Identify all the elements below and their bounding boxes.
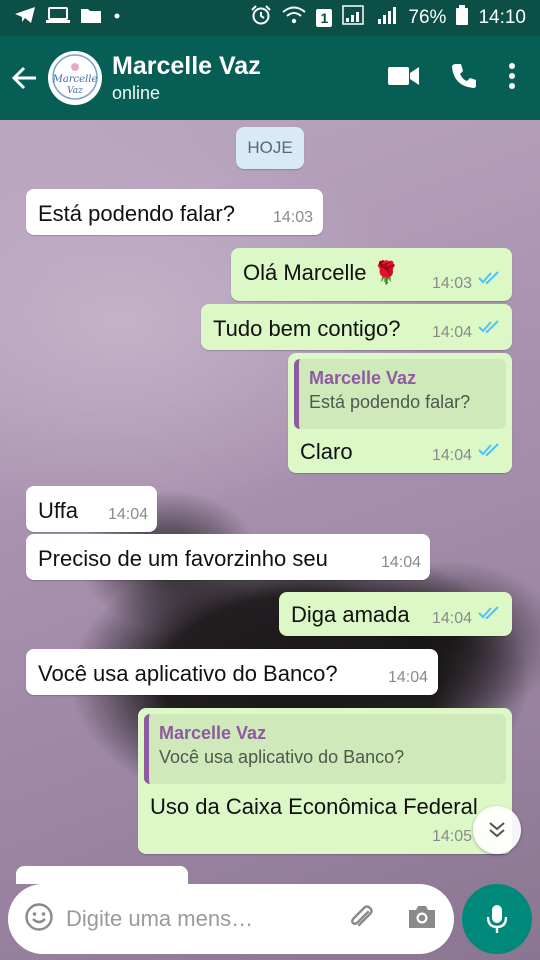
double-chevron-down-icon	[489, 822, 505, 838]
message-outgoing[interactable]: Olá Marcelle 🌹 14:03	[231, 248, 512, 301]
message-text: Está podendo falar?	[38, 201, 235, 226]
message-time: 14:05	[431, 828, 472, 845]
telegram-icon	[14, 6, 36, 30]
message-time: 14:04	[387, 669, 428, 686]
read-receipt-icon	[478, 437, 500, 463]
emoji-icon[interactable]	[24, 902, 54, 937]
back-arrow-icon	[12, 66, 36, 90]
header-actions	[388, 62, 516, 95]
message-outgoing[interactable]: Diga amada 14:04	[279, 592, 512, 636]
message-text: Uso da Caixa Econômica Federal	[150, 794, 478, 819]
contact-status: online	[112, 83, 161, 103]
message-incoming[interactable]: Uffa 14:04	[26, 486, 157, 532]
message-text: Olá Marcelle 🌹	[243, 260, 400, 285]
message-incoming[interactable]: Está podendo falar? 14:03	[26, 189, 323, 235]
message-time: 14:03	[431, 275, 472, 292]
message-incoming[interactable]: Você usa aplicativo do Banco? 14:04	[26, 649, 438, 695]
status-right: 1 76% 14:10	[250, 5, 526, 31]
video-call-icon[interactable]	[388, 65, 420, 92]
quoted-message[interactable]: Marcelle Vaz Você usa aplicativo do Banc…	[144, 714, 506, 784]
signal-bars-icon	[376, 5, 398, 31]
message-input[interactable]: Digite uma mens…	[66, 906, 346, 932]
status-bar: 1 76% 14:10	[0, 0, 540, 36]
svg-text:Marcelle: Marcelle	[52, 74, 98, 85]
back-button[interactable]	[2, 36, 48, 120]
message-outgoing-reply[interactable]: Marcelle Vaz Você usa aplicativo do Banc…	[138, 708, 512, 854]
message-text: Diga amada	[291, 602, 410, 627]
avatar[interactable]: Marcelle Vaz	[48, 51, 102, 105]
message-composer[interactable]: Digite uma mens…	[8, 884, 454, 954]
message-time: 14:04	[431, 610, 472, 627]
contact-name: Marcelle Vaz	[112, 52, 261, 80]
microphone-icon	[486, 905, 508, 933]
message-time: 14:04	[107, 506, 148, 523]
chat-header: Marcelle Vaz Marcelle Vaz online	[0, 36, 540, 120]
day-separator: HOJE	[236, 127, 304, 169]
message-incoming[interactable]: Preciso de um favorzinho seu 14:04	[26, 534, 430, 580]
quoted-sender: Marcelle Vaz	[309, 368, 417, 388]
more-options-icon[interactable]	[508, 62, 516, 95]
svg-text:Vaz: Vaz	[67, 86, 83, 96]
notification-dot-icon	[112, 6, 122, 30]
attachment-icon[interactable]	[346, 902, 376, 937]
message-time: 14:04	[431, 447, 472, 464]
message-time: 14:03	[272, 209, 313, 226]
read-receipt-icon	[478, 314, 500, 340]
message-text: Tudo bem contigo?	[213, 316, 401, 341]
partial-message	[16, 866, 188, 884]
alarm-icon	[250, 5, 272, 31]
quoted-text: Você usa aplicativo do Banco?	[159, 747, 405, 767]
battery-icon	[456, 5, 469, 31]
battery-percent: 76%	[408, 7, 447, 28]
avatar-logo: Marcelle Vaz	[50, 52, 100, 104]
signal-icon	[342, 5, 366, 31]
status-left	[14, 6, 122, 30]
folder-icon	[80, 6, 102, 30]
read-receipt-icon	[478, 265, 500, 291]
wifi-icon	[282, 6, 307, 30]
message-outgoing[interactable]: Tudo bem contigo? 14:04	[201, 304, 512, 350]
mic-button[interactable]	[462, 884, 532, 954]
message-time: 14:04	[431, 324, 472, 341]
scroll-to-bottom-button[interactable]	[473, 806, 521, 854]
message-outgoing-reply[interactable]: Marcelle Vaz Está podendo falar? Claro 1…	[288, 353, 512, 473]
contact-info[interactable]: Marcelle Vaz online	[112, 51, 388, 105]
camera-icon[interactable]	[406, 903, 438, 936]
quoted-message[interactable]: Marcelle Vaz Está podendo falar?	[294, 359, 506, 429]
message-time: 14:04	[380, 554, 421, 571]
message-text: Preciso de um favorzinho seu	[38, 546, 328, 571]
quoted-sender: Marcelle Vaz	[159, 723, 267, 743]
message-text: Claro	[300, 439, 353, 464]
sim-badge: 1	[316, 9, 333, 27]
clock: 14:10	[478, 7, 526, 28]
read-receipt-icon	[478, 600, 500, 626]
quoted-text: Está podendo falar?	[309, 392, 471, 412]
message-text: Uffa	[38, 498, 78, 523]
message-text: Você usa aplicativo do Banco?	[38, 661, 338, 686]
laptop-icon	[46, 6, 70, 30]
voice-call-icon[interactable]	[450, 62, 478, 95]
